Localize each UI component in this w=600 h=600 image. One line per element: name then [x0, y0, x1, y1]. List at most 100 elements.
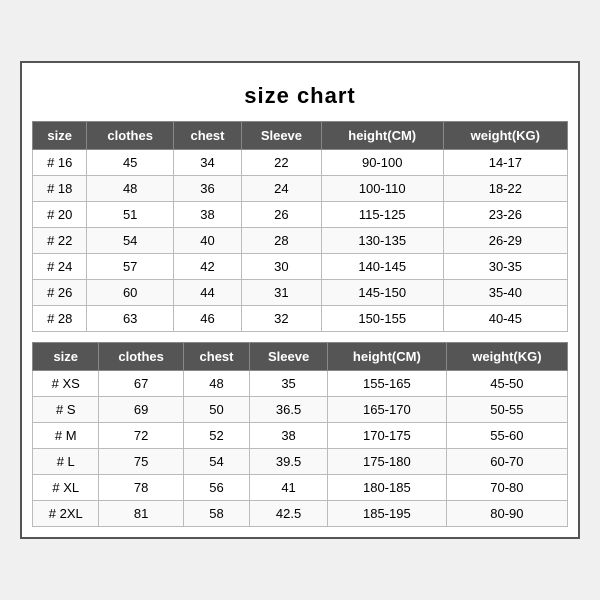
- table-cell: 26: [242, 202, 322, 228]
- column-header: Sleeve: [242, 122, 322, 150]
- table-cell: 67: [99, 371, 183, 397]
- table-cell: 70-80: [446, 475, 567, 501]
- column-header: size: [33, 122, 87, 150]
- table-cell: 35-40: [443, 280, 567, 306]
- table-cell: 14-17: [443, 150, 567, 176]
- table-cell: 41: [250, 475, 328, 501]
- table-cell: 78: [99, 475, 183, 501]
- column-header: weight(KG): [443, 122, 567, 150]
- column-header: chest: [173, 122, 241, 150]
- column-header: clothes: [99, 343, 183, 371]
- table-cell: 26-29: [443, 228, 567, 254]
- table-row: # M725238170-17555-60: [33, 423, 568, 449]
- size-chart-container: size chart sizeclotheschestSleeveheight(…: [20, 61, 580, 539]
- column-header: height(CM): [321, 122, 443, 150]
- table-cell: 36: [173, 176, 241, 202]
- table-cell: 35: [250, 371, 328, 397]
- table-row: # 18483624100-11018-22: [33, 176, 568, 202]
- table-cell: 54: [87, 228, 173, 254]
- table-cell: 90-100: [321, 150, 443, 176]
- table-cell: 42.5: [250, 501, 328, 527]
- table-cell: # 24: [33, 254, 87, 280]
- table-cell: 36.5: [250, 397, 328, 423]
- table-cell: 24: [242, 176, 322, 202]
- table-cell: 54: [183, 449, 249, 475]
- table-row: # 20513826115-12523-26: [33, 202, 568, 228]
- table-row: # S695036.5165-17050-55: [33, 397, 568, 423]
- table-row: # 22544028130-13526-29: [33, 228, 568, 254]
- table-cell: # 22: [33, 228, 87, 254]
- table-cell: 100-110: [321, 176, 443, 202]
- table-cell: 42: [173, 254, 241, 280]
- table-cell: 45: [87, 150, 173, 176]
- table-gap: [32, 332, 568, 342]
- table-cell: 180-185: [327, 475, 446, 501]
- table-cell: 30: [242, 254, 322, 280]
- table-cell: 115-125: [321, 202, 443, 228]
- table-cell: 63: [87, 306, 173, 332]
- table-cell: 48: [87, 176, 173, 202]
- table-cell: 150-155: [321, 306, 443, 332]
- table-cell: 170-175: [327, 423, 446, 449]
- table-cell: 81: [99, 501, 183, 527]
- table-row: # XL785641180-18570-80: [33, 475, 568, 501]
- table-cell: 165-170: [327, 397, 446, 423]
- table-cell: 52: [183, 423, 249, 449]
- table-row: # L755439.5175-18060-70: [33, 449, 568, 475]
- table-cell: 30-35: [443, 254, 567, 280]
- table-cell: # S: [33, 397, 99, 423]
- table-cell: 155-165: [327, 371, 446, 397]
- table-cell: # 2XL: [33, 501, 99, 527]
- table-cell: 185-195: [327, 501, 446, 527]
- table-row: # 26604431145-15035-40: [33, 280, 568, 306]
- table-cell: 60: [87, 280, 173, 306]
- column-header: chest: [183, 343, 249, 371]
- table-cell: 40: [173, 228, 241, 254]
- table-cell: 60-70: [446, 449, 567, 475]
- table-cell: 22: [242, 150, 322, 176]
- table-cell: # 18: [33, 176, 87, 202]
- table-cell: # XL: [33, 475, 99, 501]
- table-cell: 38: [250, 423, 328, 449]
- table-cell: 38: [173, 202, 241, 228]
- chart-title: size chart: [32, 73, 568, 121]
- table-cell: 58: [183, 501, 249, 527]
- table-cell: 55-60: [446, 423, 567, 449]
- table-cell: 51: [87, 202, 173, 228]
- table-cell: 50: [183, 397, 249, 423]
- table-cell: 75: [99, 449, 183, 475]
- table-cell: # M: [33, 423, 99, 449]
- table-cell: 175-180: [327, 449, 446, 475]
- size-table-2: sizeclotheschestSleeveheight(CM)weight(K…: [32, 342, 568, 527]
- table-cell: 48: [183, 371, 249, 397]
- table-cell: 130-135: [321, 228, 443, 254]
- table-cell: 56: [183, 475, 249, 501]
- column-header: size: [33, 343, 99, 371]
- table-cell: 31: [242, 280, 322, 306]
- table-cell: 45-50: [446, 371, 567, 397]
- table-cell: 32: [242, 306, 322, 332]
- table-cell: # 16: [33, 150, 87, 176]
- table-cell: 39.5: [250, 449, 328, 475]
- table-row: # 28634632150-15540-45: [33, 306, 568, 332]
- table-cell: 145-150: [321, 280, 443, 306]
- table-row: # 2XL815842.5185-19580-90: [33, 501, 568, 527]
- table-cell: 140-145: [321, 254, 443, 280]
- table-cell: 57: [87, 254, 173, 280]
- table-cell: 46: [173, 306, 241, 332]
- table-cell: # 28: [33, 306, 87, 332]
- table-cell: 72: [99, 423, 183, 449]
- column-header: clothes: [87, 122, 173, 150]
- table-cell: 80-90: [446, 501, 567, 527]
- table-cell: 50-55: [446, 397, 567, 423]
- table-cell: 40-45: [443, 306, 567, 332]
- column-header: height(CM): [327, 343, 446, 371]
- table-cell: 44: [173, 280, 241, 306]
- table-cell: 28: [242, 228, 322, 254]
- table-cell: 23-26: [443, 202, 567, 228]
- column-header: weight(KG): [446, 343, 567, 371]
- table-cell: 69: [99, 397, 183, 423]
- table-cell: 34: [173, 150, 241, 176]
- table-row: # 24574230140-14530-35: [33, 254, 568, 280]
- table-row: # XS674835155-16545-50: [33, 371, 568, 397]
